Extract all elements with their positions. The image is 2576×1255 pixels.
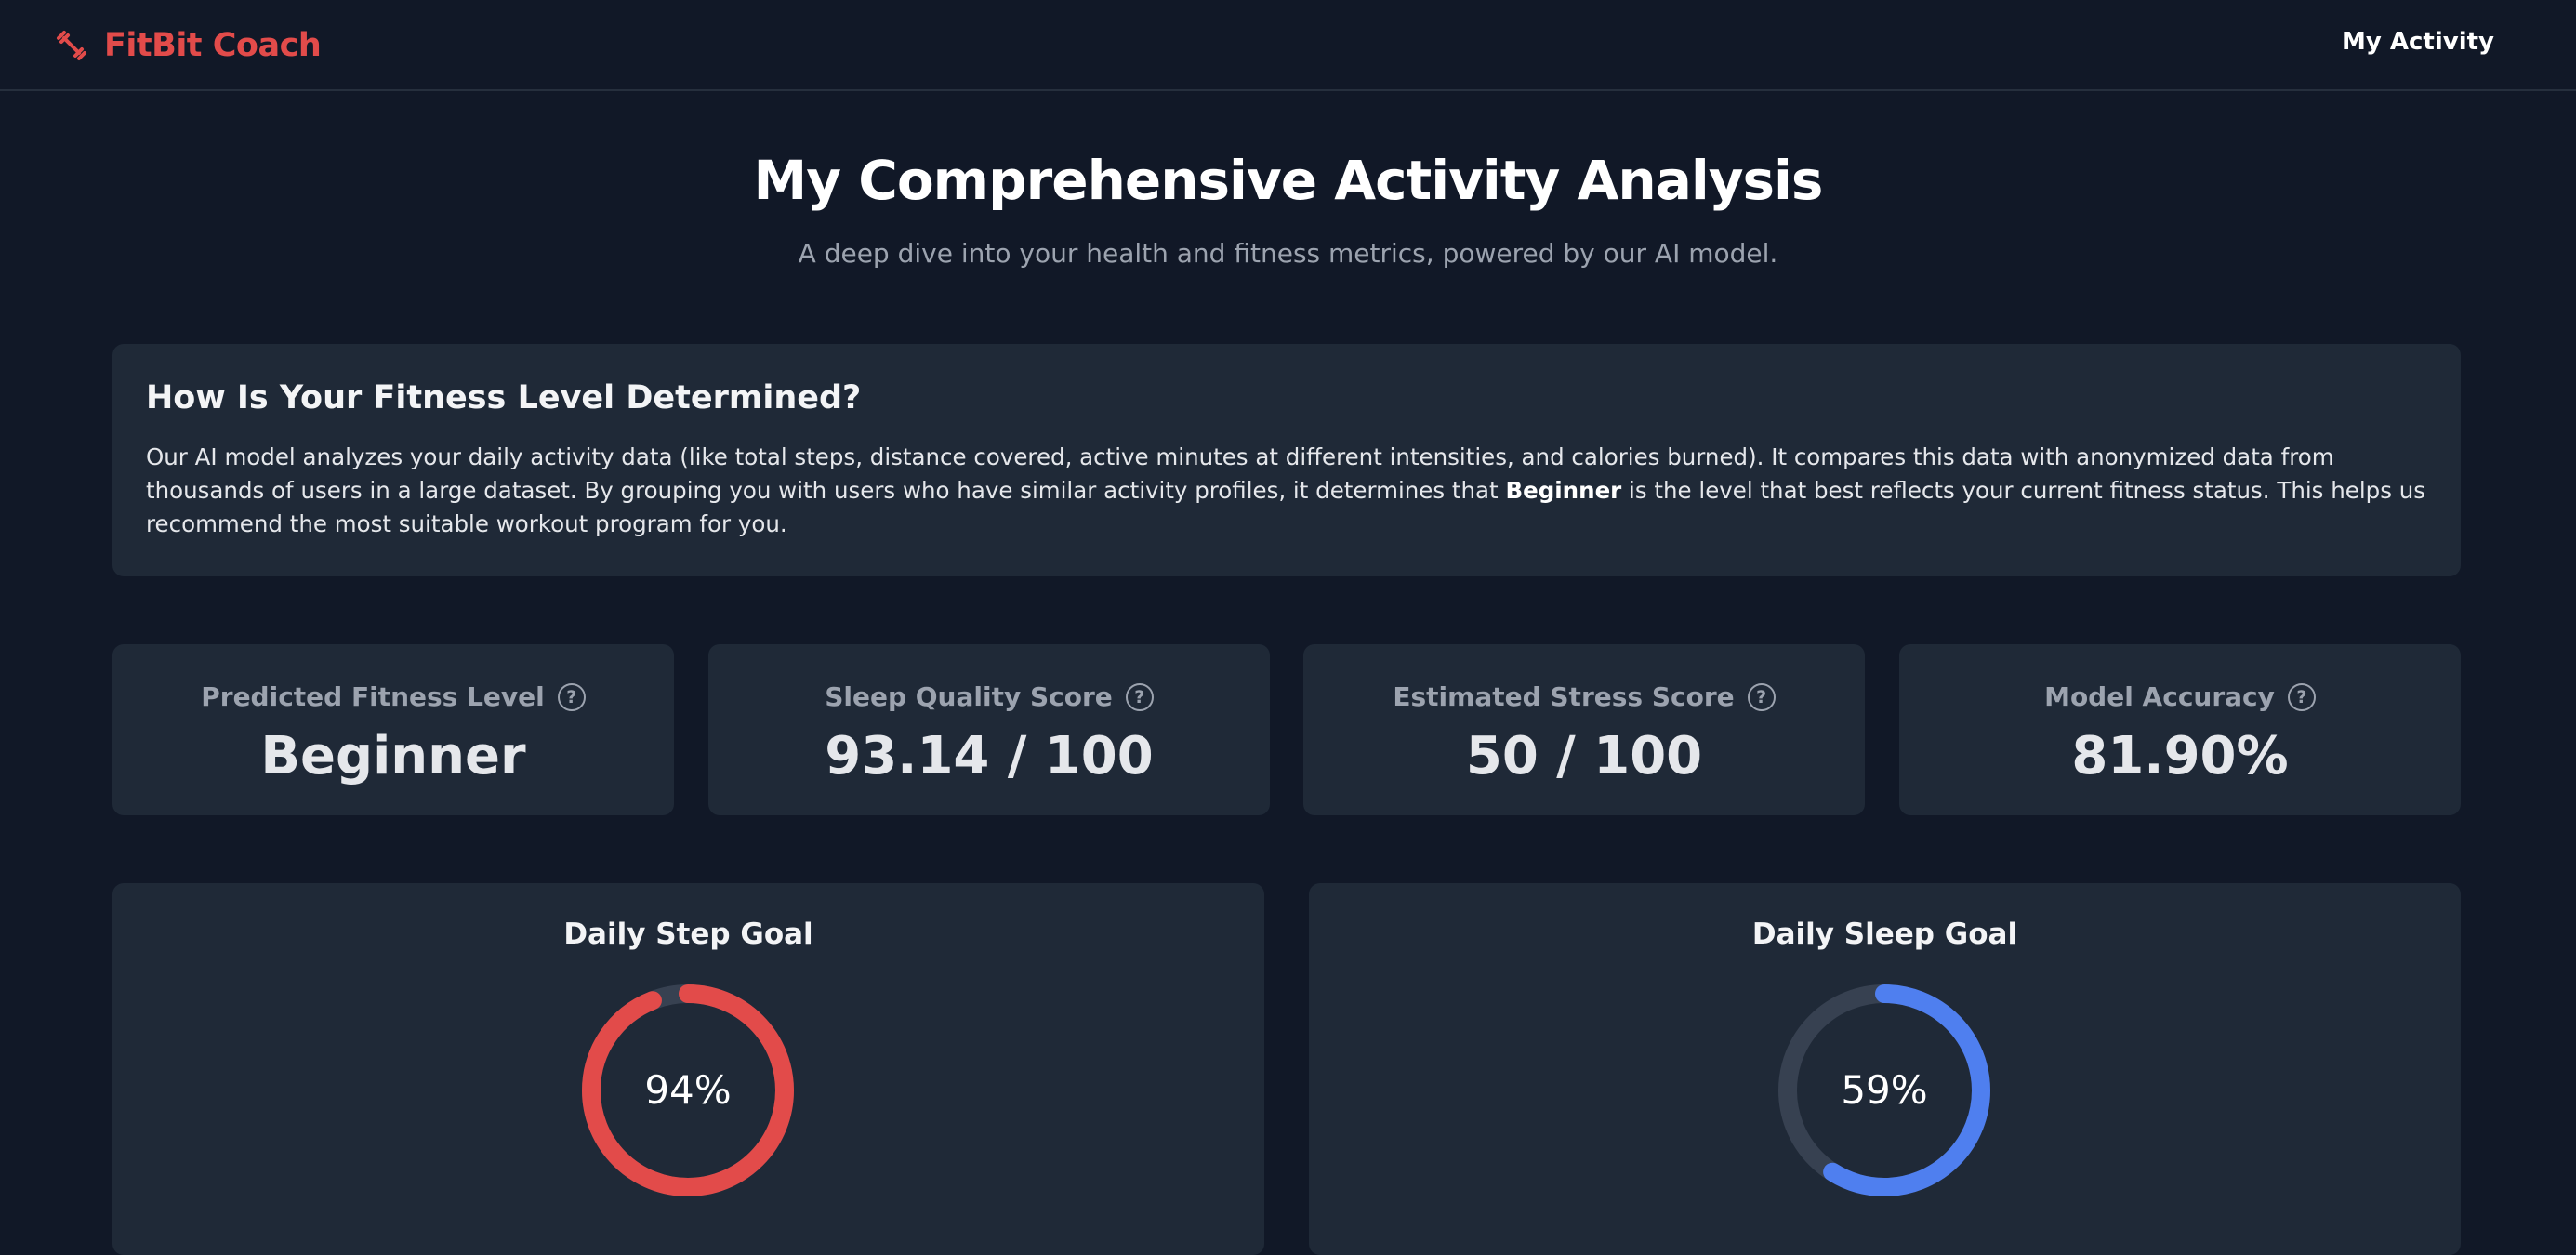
goal-title: Daily Sleep Goal (1751, 918, 2018, 951)
brand-name: FitBit Coach (104, 27, 322, 64)
stat-value: 93.14 / 100 (825, 726, 1154, 786)
goal-card-sleep: Daily Sleep Goal 59% (1309, 883, 2461, 1255)
stat-label: Sleep Quality Score (825, 681, 1113, 712)
stat-card-sleep-quality: Sleep Quality Score ? 93.14 / 100 (708, 644, 1270, 815)
page-subtitle: A deep dive into your health and fitness… (798, 238, 1778, 269)
fitness-explanation-card: How Is Your Fitness Level Determined? Ou… (112, 344, 2461, 576)
help-icon[interactable]: ? (1747, 682, 1776, 711)
help-icon[interactable]: ? (2287, 682, 2316, 711)
stat-value: 81.90% (2071, 726, 2289, 786)
goal-title: Daily Step Goal (563, 918, 813, 951)
dumbbell-icon (56, 30, 87, 61)
help-icon[interactable]: ? (1125, 682, 1154, 711)
explanation-text: Our AI model analyzes your daily activit… (146, 441, 2427, 541)
stat-value: Beginner (260, 726, 526, 786)
goal-card-steps: Daily Step Goal 94% (112, 883, 1264, 1255)
stat-label: Predicted Fitness Level (201, 681, 545, 712)
stat-card-model-accuracy: Model Accuracy ? 81.90% (1899, 644, 2461, 815)
goal-percent: 94% (644, 1067, 732, 1113)
stat-card-fitness-level: Predicted Fitness Level ? Beginner (112, 644, 674, 815)
navbar: FitBit Coach My Activity (0, 0, 2576, 91)
stat-card-stress-score: Estimated Stress Score ? 50 / 100 (1303, 644, 1865, 815)
brand-logo[interactable]: FitBit Coach (56, 24, 322, 67)
help-icon[interactable]: ? (557, 682, 586, 711)
goal-percent: 59% (1841, 1067, 1928, 1113)
page-title: My Comprehensive Activity Analysis (753, 149, 1824, 212)
stat-label: Estimated Stress Score (1393, 681, 1735, 712)
explanation-title: How Is Your Fitness Level Determined? (146, 379, 862, 416)
explanation-highlight: Beginner (1505, 477, 1622, 504)
stat-value: 50 / 100 (1465, 726, 1703, 786)
stat-label: Model Accuracy (2044, 681, 2275, 712)
nav-link-my-activity[interactable]: My Activity (2342, 28, 2494, 56)
